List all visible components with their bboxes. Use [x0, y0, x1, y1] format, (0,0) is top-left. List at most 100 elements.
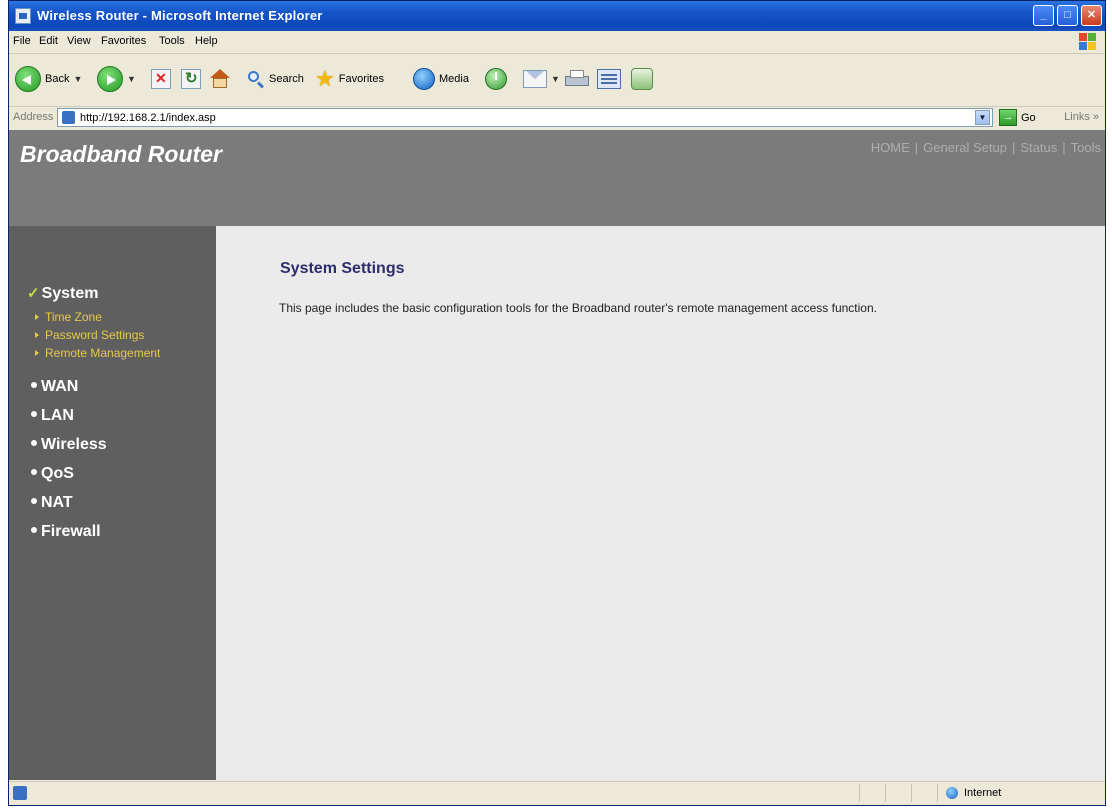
history-button[interactable]	[485, 64, 507, 94]
status-divider	[859, 784, 860, 802]
printer-icon	[565, 69, 589, 89]
search-label: Search	[269, 73, 304, 85]
menu-favorites[interactable]: Favorites	[101, 35, 146, 47]
page-title: System Settings	[280, 260, 405, 277]
close-icon[interactable]: ✕	[1081, 5, 1102, 26]
sidebar-item-lan[interactable]: LAN	[31, 407, 74, 425]
sidebar-subitem-label: Time Zone	[45, 310, 102, 324]
top-navigation: HOME | General Setup | Status | Tools	[871, 140, 1101, 155]
nav-separator: |	[914, 140, 919, 155]
sidebar-item-label: WAN	[41, 378, 79, 395]
status-bar: Internet	[9, 781, 1105, 805]
go-button[interactable]: → Go	[999, 109, 1036, 126]
stop-button[interactable]	[151, 64, 171, 94]
chevron-down-icon[interactable]: ▼	[975, 110, 990, 125]
sidebar-item-firewall[interactable]: Firewall	[31, 523, 101, 541]
nav-general-setup[interactable]: General Setup	[923, 140, 1007, 155]
router-header: Broadband Router HOME | General Setup | Stat…	[9, 130, 1105, 226]
page-description: This page includes the basic configurati…	[279, 301, 877, 315]
status-divider	[885, 784, 886, 802]
links-button[interactable]: Links »	[1064, 111, 1099, 123]
home-icon	[209, 69, 231, 89]
sidebar-item-label: System	[41, 285, 99, 302]
menu-bar: File Edit View Favorites Tools Help	[9, 31, 1105, 54]
sidebar-subitem-label: Password Settings	[45, 328, 145, 342]
sidebar-item-label: QoS	[41, 465, 74, 482]
internet-zone-icon	[946, 787, 958, 799]
refresh-icon	[181, 69, 201, 89]
mail-icon	[523, 70, 547, 88]
ie-page-icon	[15, 8, 31, 24]
status-divider	[911, 784, 912, 802]
menu-view[interactable]: View	[67, 35, 91, 47]
sidebar-subitem-remote-management[interactable]: Remote Management	[35, 346, 160, 360]
address-url[interactable]: http://192.168.2.1/index.asp	[80, 112, 216, 124]
sidebar-item-system[interactable]: ✓ System	[27, 284, 99, 303]
refresh-button[interactable]	[181, 64, 201, 94]
media-globe-icon	[413, 68, 435, 90]
nav-tools[interactable]: Tools	[1071, 140, 1101, 155]
sidebar-item-wan[interactable]: WAN	[31, 378, 78, 396]
messenger-icon	[631, 68, 653, 90]
address-label: Address	[13, 111, 54, 123]
sidebar-item-label: LAN	[41, 407, 74, 424]
back-label: Back	[45, 73, 70, 85]
menu-edit[interactable]: Edit	[39, 35, 58, 47]
search-icon	[247, 70, 265, 88]
status-divider	[937, 784, 938, 802]
home-button[interactable]	[209, 64, 231, 94]
sidebar-subitem-time-zone[interactable]: Time Zone	[35, 310, 102, 324]
address-input[interactable]: http://192.168.2.1/index.asp ▼	[57, 108, 993, 127]
nav-status[interactable]: Status	[1020, 140, 1057, 155]
nav-home[interactable]: HOME	[871, 140, 910, 155]
sidebar-item-label: NAT	[41, 494, 73, 511]
window-title: Wireless Router - Microsoft Internet Exp…	[37, 8, 323, 23]
go-arrow-icon: →	[999, 109, 1017, 126]
ie-page-icon	[62, 111, 75, 124]
title-bar: Wireless Router - Microsoft Internet Exp…	[9, 1, 1105, 31]
mail-button[interactable]: ▼	[523, 64, 560, 94]
menu-file[interactable]: File	[13, 35, 31, 47]
bullet-icon	[31, 381, 37, 388]
chevron-down-icon[interactable]: ▼	[73, 74, 82, 84]
bullet-icon	[31, 497, 37, 504]
menu-help[interactable]: Help	[195, 35, 218, 47]
go-label: Go	[1021, 111, 1036, 124]
bullet-icon	[31, 526, 37, 533]
back-button[interactable]: Back ▼	[15, 64, 82, 94]
arrow-right-icon	[35, 331, 39, 338]
star-icon: ★	[315, 66, 335, 91]
favorites-label: Favorites	[338, 73, 384, 85]
media-button[interactable]: Media	[413, 64, 469, 94]
favorites-button[interactable]: ★ Favorites	[315, 64, 384, 94]
sidebar-item-nat[interactable]: NAT	[31, 494, 73, 512]
minimize-icon[interactable]: _	[1033, 5, 1054, 26]
sidebar-item-label: Wireless	[41, 436, 107, 453]
chevron-down-icon[interactable]: ▼	[551, 74, 560, 84]
sidebar-item-qos[interactable]: QoS	[31, 465, 74, 483]
back-arrow-icon	[15, 66, 41, 92]
toolbar: Back ▼ ▼ Search ★ Favorites Media	[9, 54, 1105, 107]
web-content: Broadband Router HOME | General Setup | Stat…	[9, 130, 1105, 780]
bullet-icon	[31, 439, 37, 446]
checkmark-icon: ✓	[27, 285, 40, 302]
bullet-icon	[31, 410, 37, 417]
print-button[interactable]	[565, 64, 589, 94]
sidebar-subitem-password-settings[interactable]: Password Settings	[35, 328, 144, 342]
edit-button[interactable]	[597, 64, 621, 94]
status-zone: Internet	[964, 787, 1002, 799]
arrow-right-icon	[35, 349, 39, 356]
messenger-button[interactable]	[631, 64, 653, 94]
stop-icon	[151, 69, 171, 89]
search-button[interactable]: Search	[247, 64, 304, 94]
menu-tools[interactable]: Tools	[159, 35, 185, 47]
chevron-down-icon[interactable]: ▼	[127, 74, 136, 84]
windows-logo-icon	[1079, 33, 1097, 51]
forward-button[interactable]: ▼	[97, 64, 136, 94]
history-icon	[485, 68, 507, 90]
sidebar-item-wireless[interactable]: Wireless	[31, 436, 107, 454]
media-label: Media	[439, 73, 469, 85]
maximize-icon[interactable]: □	[1057, 5, 1078, 26]
edit-icon	[597, 69, 621, 89]
sidebar: ✓ System Time Zone Password Settings Remo…	[9, 226, 216, 780]
